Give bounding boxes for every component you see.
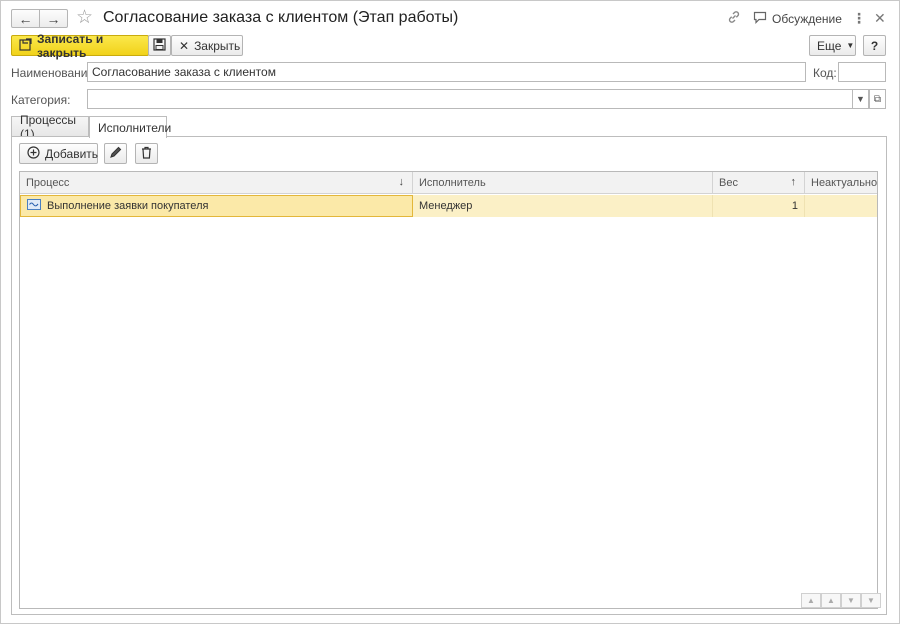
- name-field[interactable]: Согласование заказа с клиентом: [87, 62, 806, 82]
- chevron-up-icon: ▲: [827, 596, 835, 605]
- back-button[interactable]: ←: [11, 9, 40, 28]
- cell-weight[interactable]: 1: [713, 195, 805, 217]
- scroll-last-button[interactable]: ▼: [861, 593, 881, 608]
- trash-icon: [140, 146, 153, 162]
- floppy-icon: [153, 37, 166, 54]
- category-open-button[interactable]: ⧉: [869, 89, 886, 109]
- speech-bubble-icon: [753, 11, 767, 27]
- sort-desc-icon: ↓: [398, 176, 405, 188]
- forward-button[interactable]: →: [39, 9, 68, 28]
- save-button[interactable]: [148, 35, 171, 56]
- close-icon[interactable]: ✕: [874, 10, 886, 27]
- add-label: Добавить: [45, 146, 99, 161]
- column-header-executor[interactable]: Исполнитель: [413, 172, 713, 194]
- sort-asc-icon: ↑: [790, 176, 797, 188]
- table-row[interactable]: Выполнение заявки покупателя Менеджер 1: [20, 195, 877, 217]
- link-icon[interactable]: [727, 10, 741, 27]
- close-button[interactable]: ✕ Закрыть: [171, 35, 243, 56]
- column-header-label: Вес: [719, 177, 738, 189]
- scroll-first-button[interactable]: ▲: [801, 593, 821, 608]
- open-form-icon: ⧉: [873, 93, 882, 105]
- column-header-inactive[interactable]: Неактуально: [805, 172, 877, 194]
- code-label: Код:: [813, 66, 837, 80]
- add-button[interactable]: Добавить: [19, 143, 98, 164]
- column-header-process[interactable]: Процесс ↓: [20, 172, 413, 194]
- save-and-close-button[interactable]: Записать и закрыть: [11, 32, 149, 60]
- page-title: Согласование заказа с клиентом (Этап раб…: [103, 9, 459, 26]
- column-header-label: Неактуально: [811, 177, 878, 189]
- star-icon[interactable]: ☆: [76, 6, 93, 29]
- chevron-down-icon: ▼: [846, 41, 855, 50]
- column-header-weight[interactable]: Вес ↑: [713, 172, 805, 194]
- scroll-up-button[interactable]: ▲: [821, 593, 841, 608]
- save-and-close-label: Записать и закрыть: [37, 31, 104, 60]
- table-header: Процесс ↓ Исполнитель Вес ↑ Неактуально: [20, 172, 877, 194]
- cell-inactive[interactable]: [805, 195, 877, 217]
- category-field[interactable]: [87, 89, 853, 109]
- cell-executor[interactable]: Менеджер: [413, 195, 713, 217]
- arrow-left-icon: ←: [18, 10, 33, 27]
- scroll-down-button[interactable]: ▼: [841, 593, 861, 608]
- name-label: Наименование:: [11, 66, 98, 80]
- title-bar: ← → ☆ Согласование заказа с клиентом (Эт…: [1, 1, 899, 35]
- close-label: Закрыть: [194, 38, 241, 53]
- close-icon: ✕: [179, 38, 190, 53]
- help-label: ?: [870, 38, 879, 53]
- chevron-down-icon: ▼: [847, 596, 855, 605]
- edit-button[interactable]: [104, 143, 127, 164]
- process-icon: [27, 199, 41, 213]
- code-field[interactable]: [838, 62, 886, 82]
- tab-executors[interactable]: Исполнители: [89, 116, 171, 138]
- category-dropdown-button[interactable]: ▼: [852, 89, 869, 109]
- save-close-icon: [19, 37, 32, 54]
- cell-process-text: Выполнение заявки покупателя: [47, 200, 209, 212]
- tab-processes[interactable]: Процессы (1): [11, 113, 89, 141]
- pencil-icon: [109, 146, 122, 162]
- plus-circle-icon: [27, 145, 40, 162]
- tab-executors-label: Исполнители: [98, 120, 172, 135]
- delete-button[interactable]: [135, 143, 158, 164]
- arrow-right-icon: →: [46, 10, 61, 27]
- column-header-label: Процесс: [26, 177, 70, 189]
- last-page-icon: ▼: [867, 596, 875, 605]
- column-header-label: Исполнитель: [419, 177, 486, 189]
- dots-vertical-icon[interactable]: ⋮: [852, 10, 866, 27]
- category-label: Категория:: [11, 93, 71, 107]
- cell-process[interactable]: Выполнение заявки покупателя: [20, 195, 413, 217]
- chevron-down-icon: ▼: [856, 94, 865, 104]
- discuss-label: Обсуждение: [772, 12, 842, 26]
- more-button[interactable]: Еще ▼: [809, 35, 856, 56]
- form-window: ← → ☆ Согласование заказа с клиентом (Эт…: [0, 0, 900, 624]
- more-label: Еще: [817, 38, 842, 53]
- first-page-icon: ▲: [807, 596, 815, 605]
- executors-table[interactable]: Процесс ↓ Исполнитель Вес ↑ Неактуально …: [19, 171, 878, 609]
- help-button[interactable]: ?: [863, 35, 886, 56]
- discuss-button[interactable]: Обсуждение: [753, 11, 842, 27]
